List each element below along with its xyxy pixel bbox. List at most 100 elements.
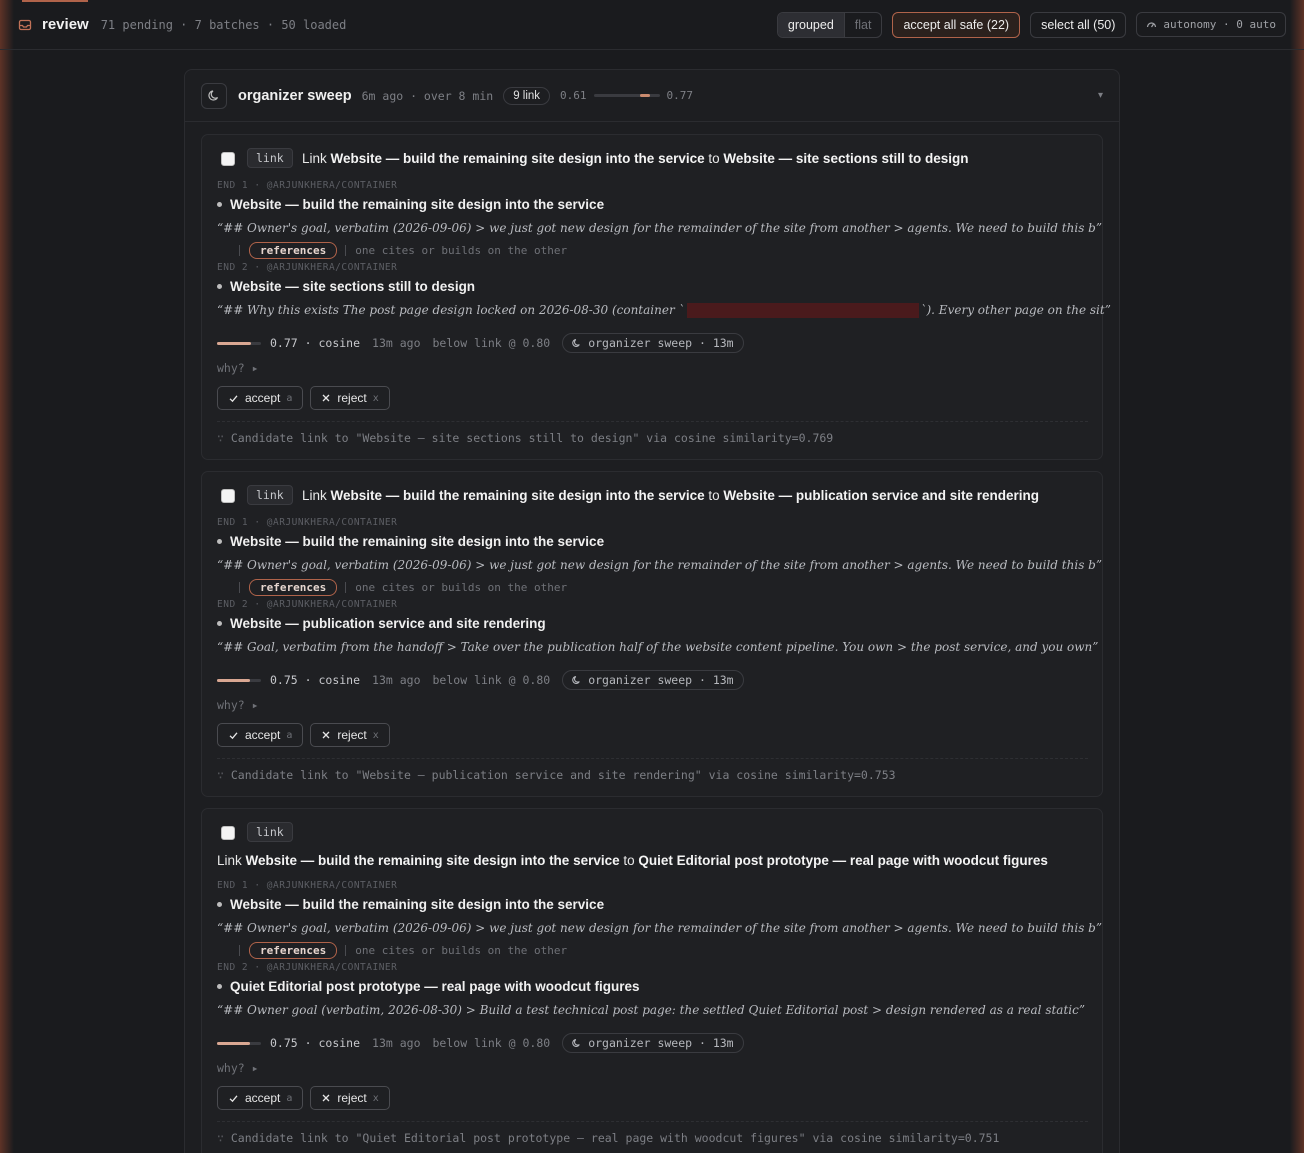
score-range-bar bbox=[593, 94, 660, 97]
end2-label: END 2 · @ARJUNKHERA/CONTAINER bbox=[217, 962, 398, 973]
bullet-icon bbox=[217, 202, 222, 207]
batch-count-badge: 9 link bbox=[503, 86, 551, 105]
relation-row: references one cites or builds on the ot… bbox=[217, 579, 1088, 596]
relation-row: references one cites or builds on the ot… bbox=[217, 942, 1088, 959]
to-word: to bbox=[708, 151, 720, 166]
batch-icon-box bbox=[201, 82, 227, 109]
reason-marker-icon: ∵ bbox=[217, 768, 224, 782]
candidate-reason: ∵ Candidate link to "Quiet Editorial pos… bbox=[217, 1131, 1088, 1145]
end1-quote: “## Owner's goal, verbatim (2026-09-06) … bbox=[217, 558, 1102, 572]
moon-icon bbox=[207, 90, 218, 101]
candidate-headline: Link Website — build the remaining site … bbox=[302, 488, 1088, 503]
right-edge-glow bbox=[1290, 0, 1304, 1153]
view-grouped-button[interactable]: grouped bbox=[777, 12, 844, 37]
queue-summary: 71 pending · 7 batches · 50 loaded bbox=[100, 17, 347, 32]
reject-label: reject bbox=[337, 391, 367, 405]
score-age: 13m ago bbox=[372, 336, 421, 350]
end2-quote: “## Goal, verbatim from the handoff > Ta… bbox=[217, 640, 1099, 654]
accept-button[interactable]: accept a bbox=[217, 386, 304, 410]
accept-label: accept bbox=[245, 1091, 281, 1105]
end2-quote: “## Why this exists The post page design… bbox=[217, 303, 1111, 318]
score-bar bbox=[217, 341, 261, 345]
left-edge-glow bbox=[0, 0, 14, 1153]
candidate-checkbox[interactable] bbox=[221, 826, 235, 840]
why-toggle[interactable]: why? ▸ bbox=[217, 698, 1088, 712]
view-flat-button[interactable]: flat bbox=[843, 12, 882, 37]
candidate-reason: ∵ Candidate link to "Website — site sect… bbox=[217, 431, 1088, 445]
end1-title-text: Website — build the remaining site desig… bbox=[230, 197, 605, 212]
score-age: 13m ago bbox=[372, 1036, 421, 1050]
card-divider bbox=[217, 421, 1088, 422]
batch-panel: organizer sweep 6m ago · over 8 min 9 li… bbox=[184, 69, 1120, 1153]
score-fill bbox=[217, 678, 250, 682]
candidate-card: link Link Website — build the remaining … bbox=[201, 134, 1111, 460]
why-toggle[interactable]: why? ▸ bbox=[217, 1061, 1088, 1075]
action-row: accept a reject x bbox=[217, 723, 1088, 747]
end1-label: END 1 · @ARJUNKHERA/CONTAINER bbox=[217, 517, 398, 528]
to-word: to bbox=[708, 488, 720, 503]
redacted-text bbox=[686, 303, 919, 318]
reject-button[interactable]: reject x bbox=[310, 1086, 390, 1110]
inbox-icon bbox=[18, 19, 32, 30]
reject-button[interactable]: reject x bbox=[310, 723, 390, 747]
candidate-checkbox[interactable] bbox=[221, 152, 235, 166]
reason-text: Candidate link to "Quiet Editorial post … bbox=[230, 1131, 1000, 1145]
select-all-button[interactable]: select all (50) bbox=[1030, 11, 1127, 38]
reject-shortcut: x bbox=[372, 392, 379, 404]
to-title: Quiet Editorial post prototype — real pa… bbox=[638, 853, 1048, 868]
candidate-card: link Link Website — build the remaining … bbox=[201, 471, 1103, 797]
score-fill bbox=[217, 1041, 250, 1045]
score-range-fill bbox=[639, 94, 650, 97]
kind-tag: link bbox=[247, 822, 293, 842]
score-bar bbox=[217, 1041, 261, 1045]
reject-button[interactable]: reject x bbox=[310, 386, 390, 410]
score-range-high: 0.77 bbox=[666, 89, 694, 102]
threshold-note: below link @ 0.80 bbox=[432, 1036, 551, 1050]
end2-title-text: Website — publication service and site r… bbox=[230, 616, 546, 631]
bullet-icon bbox=[217, 539, 222, 544]
source-badge[interactable]: organizer sweep · 13m bbox=[562, 1033, 744, 1053]
close-icon bbox=[322, 1094, 330, 1102]
score-row: 0.75 · cosine 13m ago below link @ 0.80 … bbox=[217, 670, 1088, 690]
end2-quote-end: `). Every other page on the sit” bbox=[920, 303, 1111, 317]
reject-shortcut: x bbox=[372, 1092, 379, 1104]
close-icon bbox=[322, 731, 330, 739]
candidate-checkbox[interactable] bbox=[221, 489, 235, 503]
end2-quote-start: “## Why this exists The post page design… bbox=[217, 303, 685, 317]
score-row: 0.77 · cosine 13m ago below link @ 0.80 … bbox=[217, 333, 1088, 353]
batch-header[interactable]: organizer sweep 6m ago · over 8 min 9 li… bbox=[185, 70, 1119, 122]
view-toggle: grouped flat bbox=[776, 11, 883, 38]
review-toolbar: review 71 pending · 7 batches · 50 loade… bbox=[0, 0, 1304, 50]
moon-icon bbox=[572, 676, 580, 684]
autonomy-button[interactable]: autonomy · 0 auto bbox=[1136, 12, 1286, 37]
source-badge[interactable]: organizer sweep · 13m bbox=[562, 670, 744, 690]
score-range-low: 0.61 bbox=[560, 89, 587, 102]
collapse-chevron-icon[interactable]: ▾ bbox=[1098, 90, 1103, 101]
from-title: Website — build the remaining site desig… bbox=[330, 151, 705, 166]
to-title: Website — publication service and site r… bbox=[723, 488, 1039, 503]
source-badge[interactable]: organizer sweep · 13m bbox=[562, 333, 744, 353]
accept-all-safe-button[interactable]: accept all safe (22) bbox=[892, 11, 1021, 38]
accept-shortcut: a bbox=[286, 729, 293, 741]
relation-divider bbox=[239, 245, 240, 256]
threshold-note: below link @ 0.80 bbox=[432, 673, 551, 687]
bullet-icon bbox=[217, 902, 222, 907]
from-title: Website — build the remaining site desig… bbox=[330, 488, 705, 503]
relation-divider bbox=[345, 582, 347, 593]
accept-button[interactable]: accept a bbox=[217, 723, 304, 747]
why-toggle[interactable]: why? ▸ bbox=[217, 361, 1088, 375]
relation-badge: references bbox=[249, 579, 338, 596]
score-row: 0.75 · cosine 13m ago below link @ 0.80 … bbox=[217, 1033, 1088, 1053]
relation-row: references one cites or builds on the ot… bbox=[217, 242, 1088, 259]
score-value: 0.75 · cosine bbox=[270, 673, 361, 687]
relation-divider bbox=[345, 945, 347, 956]
relation-note: one cites or builds on the other bbox=[355, 944, 568, 957]
score-value: 0.75 · cosine bbox=[270, 1036, 361, 1050]
end1-label: END 1 · @ARJUNKHERA/CONTAINER bbox=[217, 880, 398, 891]
reason-marker-icon: ∵ bbox=[217, 431, 224, 445]
action-row: accept a reject x bbox=[217, 1086, 1088, 1110]
accept-button[interactable]: accept a bbox=[217, 1086, 304, 1110]
source-label: organizer sweep · 13m bbox=[588, 336, 734, 350]
autonomy-label: autonomy · 0 auto bbox=[1163, 18, 1276, 31]
card-divider bbox=[217, 758, 1088, 759]
